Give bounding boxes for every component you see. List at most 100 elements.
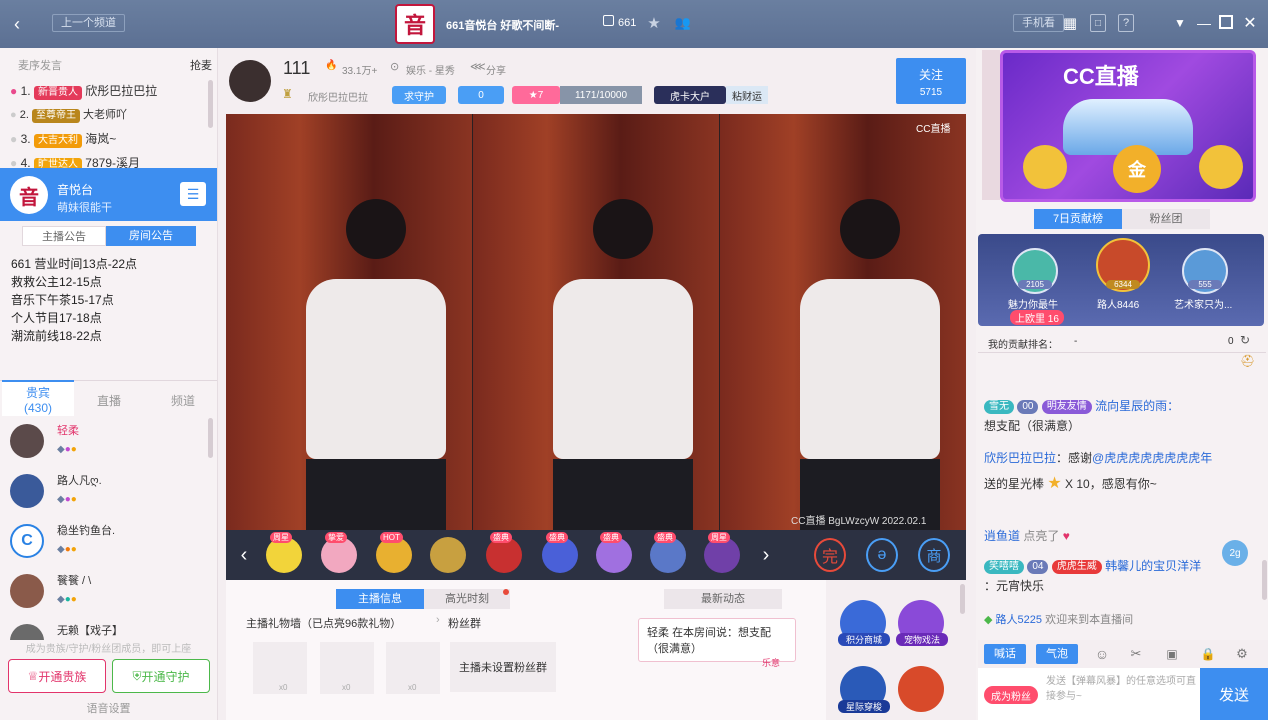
back-icon[interactable]: ‹ bbox=[8, 14, 26, 34]
channel-card[interactable]: 音 音悦台 萌妹很能干 ☰ bbox=[0, 168, 217, 221]
app-icon[interactable]: □ bbox=[1090, 14, 1106, 32]
event-icon[interactable] bbox=[898, 666, 944, 712]
fans-button[interactable]: 0 bbox=[458, 86, 504, 104]
gift-wall-item[interactable]: x0 bbox=[253, 642, 307, 694]
share-link[interactable]: 分享 bbox=[486, 62, 506, 77]
chat-user-badge[interactable]: 笑嘻嘻 bbox=[984, 559, 1024, 574]
close-icon[interactable]: ✕ bbox=[1242, 14, 1258, 32]
share-icon: ⋘ bbox=[470, 61, 486, 73]
recharge-icon[interactable]: ə bbox=[866, 538, 898, 572]
chat-username[interactable]: 韩馨儿的宝贝洋洋 bbox=[1105, 559, 1201, 573]
shout-button[interactable]: 喊话 bbox=[984, 644, 1026, 664]
scrollbar[interactable] bbox=[960, 584, 965, 614]
phone-watch-button[interactable]: 手机看 bbox=[1013, 14, 1064, 32]
gift-item[interactable]: 周星 bbox=[260, 530, 308, 580]
list-item[interactable]: 路人凡ღ. ◆●● bbox=[10, 474, 206, 524]
chat-username[interactable]: 路人5225 bbox=[996, 614, 1042, 626]
gift-prev-icon[interactable]: ‹ bbox=[234, 540, 254, 570]
list-item[interactable]: ● 1. 新晋贵人 欣彤巴拉巴拉 bbox=[10, 82, 206, 106]
list-item[interactable]: ● 3. 大吉大利 海岚~ bbox=[10, 130, 206, 154]
complete-icon[interactable]: 完 bbox=[814, 538, 846, 572]
gift-item[interactable]: 盛典 bbox=[590, 530, 638, 580]
chat-input[interactable]: 发送【弹幕风暴】的任意选项可直接参与~ bbox=[1046, 674, 1196, 714]
fan-group-title[interactable]: 粉丝群 bbox=[448, 615, 481, 631]
scissors-icon[interactable]: ✂ bbox=[1128, 646, 1144, 662]
gift-item[interactable] bbox=[424, 530, 472, 580]
grid-icon[interactable]: ▦ bbox=[1062, 15, 1078, 32]
tab-room-notice[interactable]: 房间公告 bbox=[106, 226, 196, 246]
open-noble-button[interactable]: ♕ 开通贵族 bbox=[8, 659, 106, 693]
chevron-right-icon: › bbox=[436, 614, 440, 626]
gift-count: x0 bbox=[279, 683, 288, 692]
list-item[interactable]: C 稳坐钓鱼台. ◆●● bbox=[10, 524, 206, 574]
floating-badge-icon[interactable]: 2g bbox=[1222, 540, 1248, 566]
minimize-icon[interactable]: — bbox=[1196, 14, 1212, 32]
guard-button[interactable]: 求守护 bbox=[392, 86, 446, 104]
maximize-icon[interactable] bbox=[1219, 15, 1233, 29]
shop-icon[interactable]: 商 bbox=[918, 538, 950, 572]
tab-7day-contrib[interactable]: 7日贡献榜 bbox=[1034, 209, 1122, 229]
scrollbar[interactable] bbox=[208, 418, 213, 458]
lock-icon[interactable]: 🔒 bbox=[1200, 646, 1216, 662]
image-icon[interactable]: ▣ bbox=[1164, 646, 1180, 662]
star-icon[interactable]: ★ bbox=[645, 14, 663, 32]
users-icon[interactable]: 👥 bbox=[673, 14, 693, 32]
tab-fan-club[interactable]: 粉丝团 bbox=[1122, 209, 1210, 229]
gift-wall-item[interactable]: x0 bbox=[320, 642, 374, 694]
become-fan-button[interactable]: 成为粉丝 bbox=[984, 686, 1038, 704]
help-icon[interactable]: ? bbox=[1118, 14, 1134, 32]
prev-channel-button[interactable]: 上一个频道 bbox=[52, 14, 125, 32]
rocket-icon[interactable] bbox=[620, 14, 638, 32]
tab-channel[interactable]: 频道 bbox=[171, 392, 195, 409]
bubble-button[interactable]: 气泡 bbox=[1036, 644, 1078, 664]
gift-item[interactable]: HOT bbox=[370, 530, 418, 580]
promo-banner[interactable]: CC直播 金 bbox=[1000, 50, 1256, 202]
chat-username[interactable]: 欣彤巴拉巴拉 bbox=[984, 451, 1056, 465]
gift-item[interactable]: 盛典 bbox=[536, 530, 584, 580]
chat-fan-badge: 明友友情 bbox=[1041, 399, 1092, 414]
grab-mic-button[interactable]: 抢麦 bbox=[190, 57, 212, 73]
gift-item[interactable]: 周星 bbox=[698, 530, 746, 580]
tab-highlight[interactable]: 高光时刻 bbox=[424, 589, 510, 609]
gift-next-icon[interactable]: › bbox=[756, 540, 776, 570]
refresh-icon[interactable]: ↻ bbox=[1240, 333, 1250, 347]
voice-settings-link[interactable]: 语音设置 bbox=[0, 700, 217, 716]
emoji-icon[interactable]: ☺ bbox=[1094, 646, 1110, 662]
tab-anchor-info[interactable]: 主播信息 bbox=[336, 589, 424, 609]
chat-username[interactable]: 流向星辰的雨： bbox=[1095, 399, 1179, 413]
chat-user-badge[interactable]: 雪无 bbox=[984, 399, 1014, 414]
category-link[interactable]: 娱乐 - 星秀 bbox=[406, 62, 455, 77]
list-item[interactable]: 无赖【戏子】 bbox=[10, 624, 206, 640]
scrollbar[interactable] bbox=[208, 80, 213, 128]
gift-wall-title[interactable]: 主播礼物墙（已点亮96款礼物） bbox=[246, 615, 401, 631]
level-icon: ♜ bbox=[282, 87, 293, 101]
list-item[interactable]: 餮餮 / \ ◆●● bbox=[10, 574, 206, 624]
settings-icon[interactable]: ⚙ bbox=[1234, 646, 1250, 662]
gift-item[interactable]: 挚爱 bbox=[315, 530, 363, 580]
gift-tag: 盛典 bbox=[490, 532, 512, 543]
menu-icon[interactable]: ☰ bbox=[180, 182, 206, 206]
tab-live[interactable]: 直播 bbox=[97, 392, 121, 409]
send-button[interactable]: 发送 bbox=[1200, 668, 1268, 720]
gift-item[interactable]: 盛典 bbox=[480, 530, 528, 580]
open-guard-button[interactable]: ⛨ 开通守护 bbox=[112, 659, 210, 693]
anchor-avatar[interactable] bbox=[229, 60, 271, 102]
tiger-card-badge[interactable]: 虎卡大户 bbox=[654, 86, 726, 104]
scrollbar[interactable] bbox=[1262, 560, 1267, 600]
wealth-badge[interactable]: 粘财运 bbox=[726, 86, 768, 104]
play-icon: ⊙ bbox=[390, 61, 400, 73]
podium-name: 魅力你最牛 bbox=[1008, 300, 1058, 311]
list-item[interactable]: 轻柔 ◆●● bbox=[10, 424, 206, 474]
list-item[interactable]: ● 4. 旷世达人 7879-溪月 bbox=[10, 154, 206, 168]
list-item[interactable]: ● 2. 至尊帝王 大老师吖 bbox=[10, 106, 206, 130]
gift-item[interactable]: 盛典 bbox=[644, 530, 692, 580]
chat-username[interactable]: 逍鱼道 bbox=[984, 529, 1020, 543]
tab-vip[interactable]: 贵宾 (430) bbox=[2, 380, 74, 416]
tab-latest-news[interactable]: 最新动态 bbox=[664, 589, 782, 609]
gift-wall-item[interactable]: x0 bbox=[386, 642, 440, 694]
follow-button[interactable]: 关注 5715 bbox=[896, 58, 966, 104]
video-player[interactable]: CC直播 CC直播 BgLWzcyW 2022.02.1 bbox=[226, 114, 966, 530]
chat-mention[interactable]: @虎虎虎虎虎虎虎虎年 bbox=[1092, 451, 1212, 465]
dropdown-icon[interactable]: ▼ bbox=[1172, 14, 1188, 32]
tab-anchor-notice[interactable]: 主播公告 bbox=[22, 226, 106, 246]
